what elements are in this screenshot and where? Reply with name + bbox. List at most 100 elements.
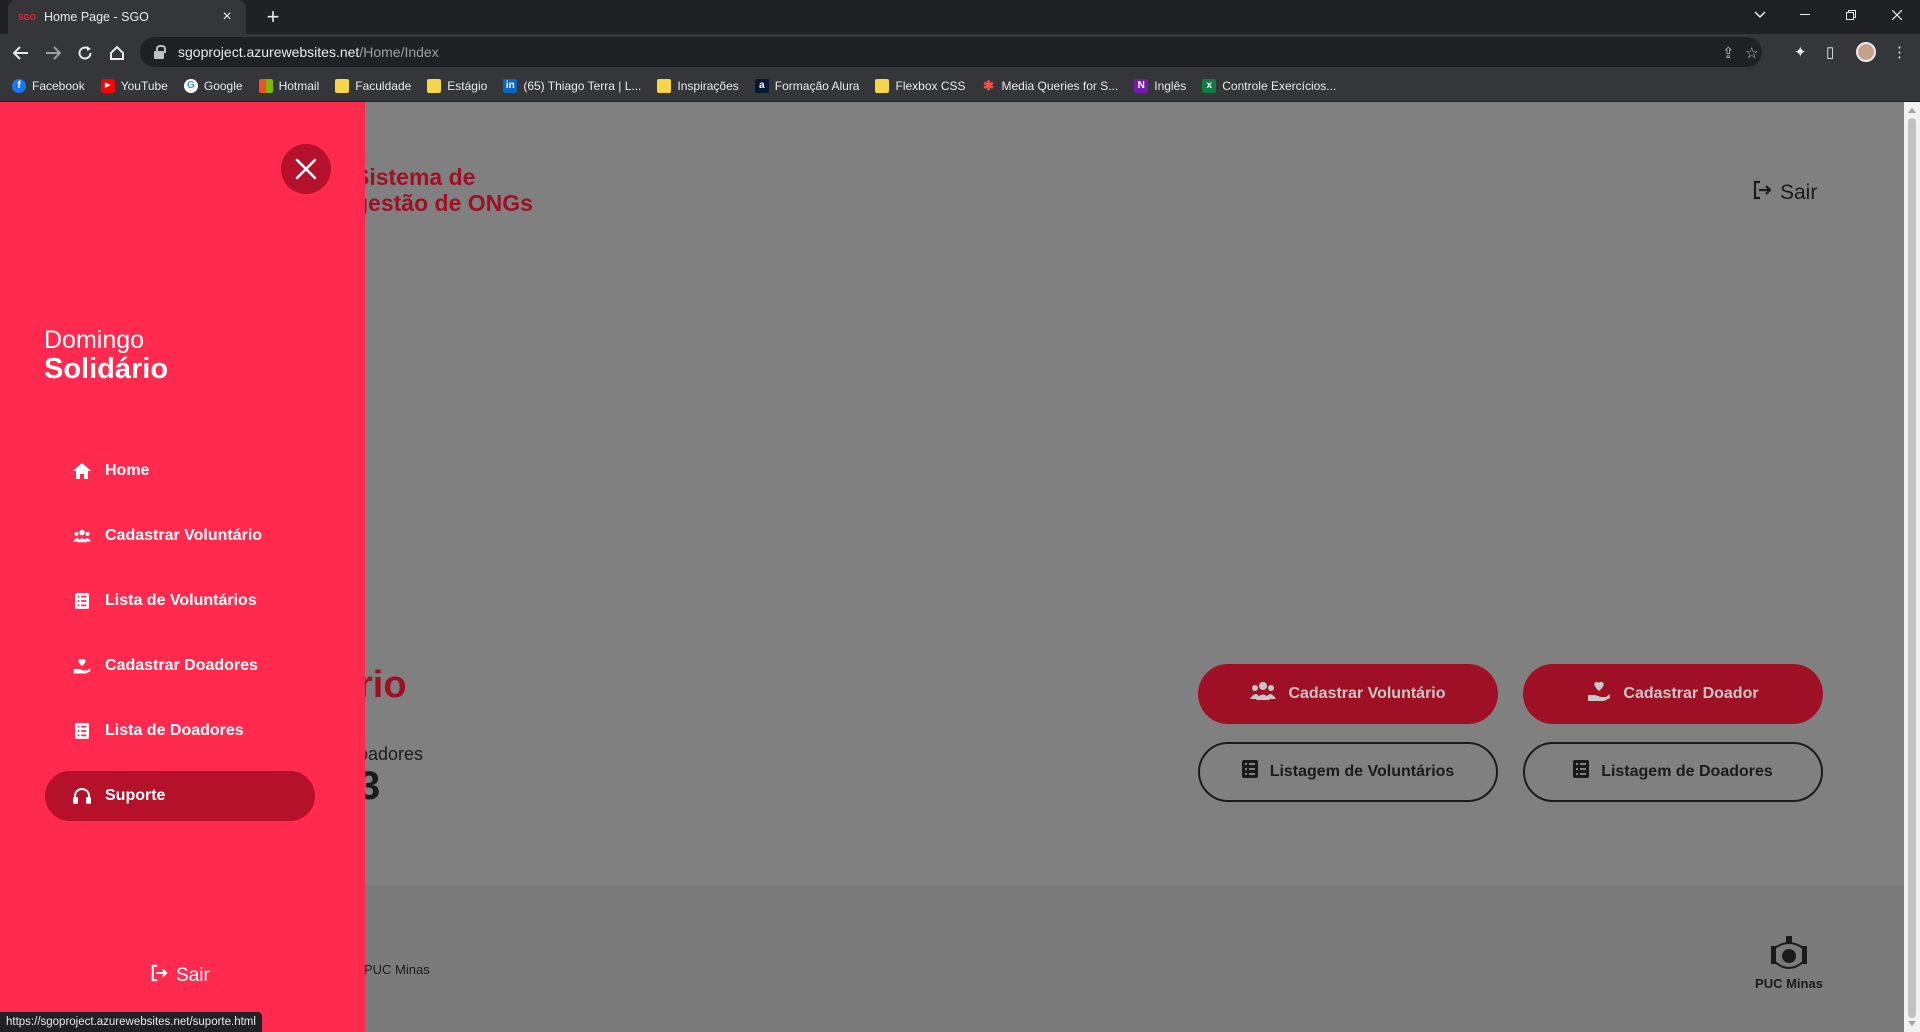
tab-search-icon[interactable] [1737,0,1783,30]
close-window-icon[interactable] [1874,0,1920,30]
profile-avatar[interactable] [1856,42,1876,62]
sidebar-item-lista-doadores[interactable]: Lista de Doadores [45,706,315,756]
brand-line-2: gestão de ONGs [354,190,533,216]
sidebar-brand-line-1: Domingo [44,326,145,354]
bookmark-item[interactable]: f Facebook [12,78,85,93]
sidebar-nav: Home Cadastrar Voluntário Lista de Volun… [45,446,315,836]
sidebar: Domingo Solidário Home Cadastrar Voluntá… [0,102,365,1032]
cadastrar-doador-button[interactable]: Cadastrar Doador [1523,664,1823,724]
logout-icon [1752,180,1772,206]
bookmark-label: Estágio [447,78,488,93]
bookmark-label: Flexbox CSS [895,78,966,93]
address-bar[interactable]: sgoproject.azurewebsites.net/Home/Index … [140,37,1762,67]
bookmark-item[interactable]: Estágio [427,78,488,93]
folder-icon [427,78,442,93]
folder-icon [657,78,672,93]
browser-tab[interactable]: SGO Home Page - SGO × [8,0,246,34]
reload-icon[interactable] [72,40,98,66]
bookmark-item[interactable]: Inspirações [657,78,739,93]
hand-heart-icon [73,657,91,675]
bookmark-item[interactable]: N Inglês [1134,78,1187,93]
sidebar-item-cadastrar-voluntario[interactable]: Cadastrar Voluntário [45,511,315,561]
scroll-down-icon[interactable] [1908,1021,1916,1026]
header-logout-button[interactable]: Sair [1752,180,1817,206]
restore-icon[interactable] [1828,0,1874,30]
lock-icon[interactable] [154,45,166,59]
sidebar-item-lista-voluntarios[interactable]: Lista de Voluntários [45,576,315,626]
url-path: /Home/Index [359,44,439,60]
extensions-icon[interactable]: ✦ [1794,43,1807,61]
list-icon [1573,760,1590,784]
forward-icon[interactable] [40,40,66,66]
sidebar-brand: Domingo Solidário [44,326,168,386]
bookmark-star-icon[interactable]: ☆ [1745,44,1758,62]
home-icon [73,462,91,480]
bookmark-item[interactable]: in (65) Thiago Terra | L... [503,78,642,93]
bookmark-item[interactable]: Flexbox CSS [875,78,966,93]
bookmark-label: (65) Thiago Terra | L... [523,78,642,93]
puc-crest-icon [1767,934,1811,974]
scroll-up-icon[interactable] [1908,108,1916,113]
puc-minas-logo[interactable]: PUC Minas [1754,934,1824,991]
sidebar-close-button[interactable] [281,144,331,194]
bookmarks-bar: f Facebook ▶ YouTube G Google Hotmail Faculdade… [0,70,1920,102]
sidebar-item-home[interactable]: Home [45,446,315,496]
bookmark-item[interactable]: Hotmail [258,78,319,93]
bookmark-item[interactable]: G Google [183,78,243,93]
bookmark-label: YouTube [120,78,168,93]
bookmark-label: Inspirações [677,78,739,93]
bookmark-label: Google [203,78,243,93]
listagem-doadores-button[interactable]: Listagem de Doadores [1523,742,1823,802]
cadastrar-voluntario-button[interactable]: Cadastrar Voluntário [1198,664,1498,724]
listagem-voluntarios-button[interactable]: Listagem de Voluntários [1198,742,1498,802]
bookmark-item[interactable]: x Controle Exercícios... [1202,78,1337,93]
bookmark-item[interactable]: ✱ Media Queries for S... [981,78,1118,93]
sidebar-logout-label: Sair [176,965,210,986]
linkedin-icon: in [503,78,518,93]
stat-label: oadores [358,744,424,764]
puc-logo-label: PUC Minas [1755,976,1823,991]
bookmark-label: Faculdade [355,78,412,93]
menu-icon[interactable]: ⋮ [1892,43,1907,61]
folder-icon [875,78,890,93]
new-tab-icon[interactable]: + [260,4,286,30]
bookmark-item[interactable]: Faculdade [335,78,412,93]
list-icon [73,722,91,740]
bookmark-label: Facebook [32,78,85,93]
sidebar-brand-line-2: Solidário [44,353,169,385]
back-icon[interactable] [8,40,34,66]
sidebar-item-suporte[interactable]: Suporte [45,771,315,821]
google-icon: G [183,78,198,93]
footer-credit: PUC Minas [364,962,430,977]
sidebar-logout-button[interactable]: Sair [150,964,210,988]
sidebar-item-label: Home [105,462,150,479]
bookmark-item[interactable]: ▶ YouTube [100,78,168,93]
header-logout-label: Sair [1780,181,1818,204]
hand-heart-icon [1587,680,1611,708]
page-scrollbar[interactable] [1904,102,1920,1032]
alura-icon: a [754,78,769,93]
side-panel-icon[interactable]: ▯ [1826,43,1834,61]
sidebar-item-cadastrar-doadores[interactable]: Cadastrar Doadores [45,641,315,691]
sidebar-item-label: Lista de Doadores [105,722,244,739]
sidebar-item-label: Lista de Voluntários [105,592,257,609]
url-host: sgoproject.azurewebsites.net [178,44,360,60]
bookmark-label: Controle Exercícios... [1222,78,1337,93]
bookmark-item[interactable]: a Formação Alura [754,78,859,93]
tab-close-icon[interactable]: × [218,8,236,26]
bookmark-label: Inglês [1154,78,1187,93]
excel-icon: x [1202,78,1217,93]
site-brand-title[interactable]: Sistema de gestão de ONGs [354,164,533,216]
microsoft-icon [258,78,273,93]
browser-toolbar: sgoproject.azurewebsites.net/Home/Index … [0,34,1920,70]
hero-title: rio [358,664,407,706]
home-icon[interactable] [104,40,130,66]
headset-icon [73,787,91,805]
action-label: Cadastrar Doador [1623,685,1759,702]
minimize-icon[interactable] [1782,0,1828,30]
action-label: Listagem de Doadores [1601,763,1773,780]
share-icon[interactable]: ⇪ [1722,44,1735,62]
status-bar-url: https://sgoproject.azurewebsites.net/sup… [0,1012,262,1032]
scrollbar-thumb[interactable] [1908,118,1916,1018]
users-icon [1250,681,1277,707]
